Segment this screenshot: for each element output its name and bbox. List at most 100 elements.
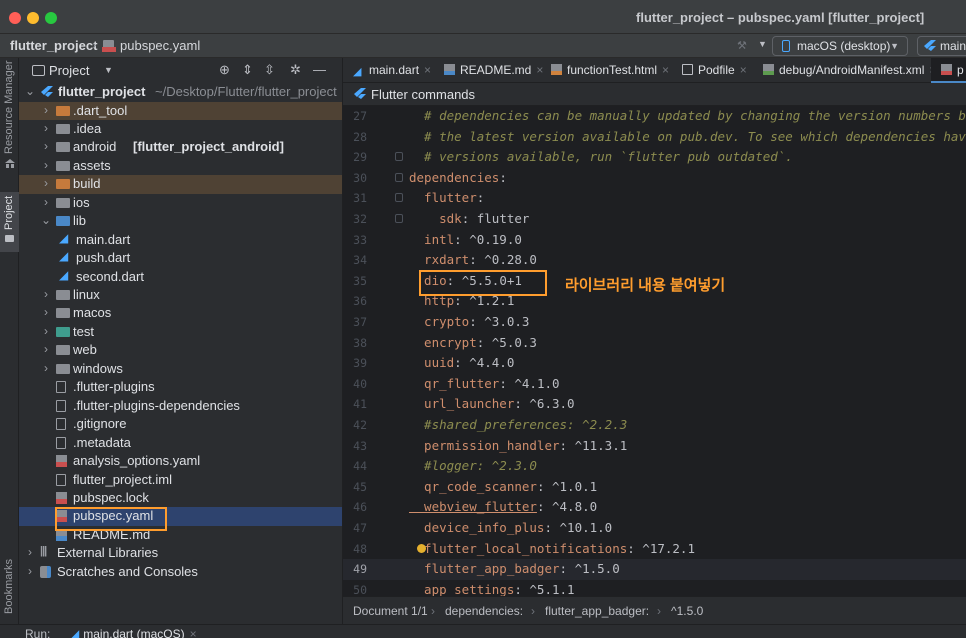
close-window-button[interactable] <box>9 12 21 24</box>
code-line[interactable]: 39 uuid: ^4.4.0 <box>343 353 966 374</box>
chevron-right-icon[interactable]: › <box>41 103 51 117</box>
tree-root[interactable]: ⌄ flutter_project ~/Desktop/Flutter/flut… <box>19 83 342 102</box>
code-line[interactable]: 48 flutter_local_notifications: ^17.2.1 <box>343 539 966 560</box>
tree-item[interactable]: flutter_project.iml <box>19 471 342 490</box>
chevron-down-icon[interactable]: ▼ <box>104 65 113 75</box>
tree-item[interactable]: › linux <box>19 286 342 305</box>
code-line[interactable]: 43 permission_handler: ^11.3.1 <box>343 436 966 457</box>
fold-marker-icon[interactable] <box>395 172 403 182</box>
breadcrumb-version[interactable]: ^1.5.0 <box>671 604 703 618</box>
hide-panel-icon[interactable]: — <box>313 62 326 77</box>
expand-all-icon[interactable]: ⇕ <box>242 62 253 78</box>
project-panel-title[interactable]: Project <box>49 63 89 78</box>
tree-item[interactable]: ◢ main.dart <box>19 231 342 250</box>
chevron-right-icon[interactable]: › <box>41 361 51 375</box>
zoom-window-button[interactable] <box>45 12 57 24</box>
code-line[interactable]: 47 device_info_plus: ^10.1.0 <box>343 518 966 539</box>
tree-item[interactable]: ⌄ lib <box>19 212 342 231</box>
chevron-right-icon[interactable]: › <box>41 121 51 135</box>
code-line[interactable]: 30 dependencies: <box>343 168 966 189</box>
chevron-right-icon[interactable]: › <box>41 342 51 356</box>
code-editor[interactable]: 27 # dependencies can be manually update… <box>343 106 966 597</box>
project-tool-tab[interactable]: Project <box>0 192 19 252</box>
tree-item[interactable]: › macos <box>19 304 342 323</box>
breadcrumb-dependencies[interactable]: dependencies: <box>445 604 523 618</box>
code-line[interactable]: 46 webview_flutter: ^4.8.0 <box>343 497 966 518</box>
chevron-down-icon[interactable]: ⌄ <box>41 213 51 227</box>
code-line[interactable]: 44 #logger: ^2.3.0 <box>343 456 966 477</box>
chevron-right-icon[interactable]: › <box>41 195 51 209</box>
tab-androidmanifest[interactable]: debug/AndroidManifest.xml× <box>763 63 936 77</box>
tree-item[interactable]: › .idea <box>19 120 342 139</box>
close-icon[interactable]: × <box>190 627 197 638</box>
tree-item[interactable]: .flutter-plugins <box>19 378 342 397</box>
fold-marker-icon[interactable] <box>395 152 403 162</box>
minimize-window-button[interactable] <box>27 12 39 24</box>
run-configuration-selector[interactable]: main <box>917 36 966 56</box>
code-line[interactable]: 38 encrypt: ^5.0.3 <box>343 333 966 354</box>
code-line[interactable]: 32 sdk: flutter <box>343 209 966 230</box>
code-line[interactable]: 37 crypto: ^3.0.3 <box>343 312 966 333</box>
tree-item[interactable]: ◢ second.dart <box>19 268 342 287</box>
tab-pubspec-yaml[interactable]: p <box>931 58 966 83</box>
tree-item[interactable]: .gitignore <box>19 415 342 434</box>
code-line[interactable]: 28 # the latest version available on pub… <box>343 127 966 148</box>
document-indicator[interactable]: Document 1/1 <box>353 604 428 618</box>
close-icon[interactable]: × <box>662 63 669 77</box>
tree-item[interactable]: › assets <box>19 157 342 176</box>
tab-main-dart[interactable]: ◢ main.dart × <box>353 63 431 78</box>
chevron-right-icon[interactable]: › <box>25 564 35 578</box>
collapse-all-icon[interactable]: ⇳ <box>264 62 275 78</box>
close-icon[interactable]: × <box>424 63 431 77</box>
tree-item[interactable]: .flutter-plugins-dependencies <box>19 397 342 416</box>
tree-item[interactable]: ◢ push.dart <box>19 249 342 268</box>
close-icon[interactable]: × <box>536 63 543 77</box>
resource-manager-tab[interactable]: Resource Manager <box>3 60 15 154</box>
tree-item[interactable]: pubspec.lock <box>19 489 342 508</box>
code-line[interactable]: 33 intl: ^0.19.0 <box>343 230 966 251</box>
chevron-right-icon[interactable]: › <box>41 324 51 338</box>
tree-item[interactable]: › build <box>19 175 342 194</box>
locate-target-icon[interactable]: ⊕ <box>219 62 230 78</box>
lightbulb-icon[interactable] <box>417 543 426 553</box>
tab-podfile[interactable]: Podfile × <box>682 63 747 77</box>
nav-project[interactable]: flutter_project <box>10 38 97 53</box>
chevron-down-icon[interactable]: ⌄ <box>25 84 35 98</box>
tab-functiontest-html[interactable]: functionTest.html × <box>551 63 669 77</box>
code-line[interactable]: 27 # dependencies can be manually update… <box>343 106 966 127</box>
tree-item[interactable]: › ios <box>19 194 342 213</box>
chevron-right-icon[interactable]: › <box>41 158 51 172</box>
bookmarks-tab[interactable]: Bookmarks <box>3 559 15 614</box>
code-line[interactable]: 31 flutter: <box>343 188 966 209</box>
tree-item[interactable]: › ||| External Libraries <box>19 544 342 563</box>
code-line[interactable]: 42 #shared_preferences: ^2.2.3 <box>343 415 966 436</box>
device-selector[interactable]: macOS (desktop) ▼ <box>772 36 908 56</box>
flutter-commands-link[interactable]: Flutter commands <box>371 87 475 102</box>
chevron-right-icon[interactable]: › <box>41 139 51 153</box>
tree-item[interactable]: analysis_options.yaml <box>19 452 342 471</box>
tree-item[interactable]: › Scratches and Consoles <box>19 563 342 582</box>
close-icon[interactable]: × <box>740 63 747 77</box>
code-line[interactable]: 45 qr_code_scanner: ^1.0.1 <box>343 477 966 498</box>
fold-marker-icon[interactable] <box>395 214 403 223</box>
chevron-right-icon[interactable]: › <box>41 305 51 319</box>
chevron-right-icon[interactable]: › <box>41 287 51 301</box>
nav-file[interactable]: pubspec.yaml <box>120 38 200 53</box>
tree-item[interactable]: › .dart_tool <box>19 101 342 120</box>
code-line[interactable]: 41 url_launcher: ^6.3.0 <box>343 394 966 415</box>
fold-marker-icon[interactable] <box>395 193 403 203</box>
code-line[interactable]: 40 qr_flutter: ^4.1.0 <box>343 374 966 395</box>
chevron-right-icon[interactable]: › <box>41 176 51 190</box>
code-line[interactable]: 29 # versions available, run `flutter pu… <box>343 147 966 168</box>
tree-item[interactable]: › windows <box>19 360 342 379</box>
tree-item[interactable]: › android [flutter_project_android] <box>19 138 342 157</box>
build-hammer-icon[interactable]: ⚒ <box>737 39 747 52</box>
breadcrumb-flutter-app-badger[interactable]: flutter_app_badger: <box>545 604 649 618</box>
chevron-right-icon[interactable]: › <box>25 545 35 559</box>
tree-item[interactable]: › test <box>19 323 342 342</box>
tree-item[interactable]: .metadata <box>19 434 342 453</box>
run-tab[interactable]: ◢ main.dart (macOS) × <box>70 627 197 638</box>
tab-readme[interactable]: README.md × <box>444 63 543 77</box>
code-line[interactable]: 49 flutter_app_badger: ^1.5.0 <box>343 559 966 580</box>
gear-icon[interactable]: ✲ <box>290 62 301 78</box>
